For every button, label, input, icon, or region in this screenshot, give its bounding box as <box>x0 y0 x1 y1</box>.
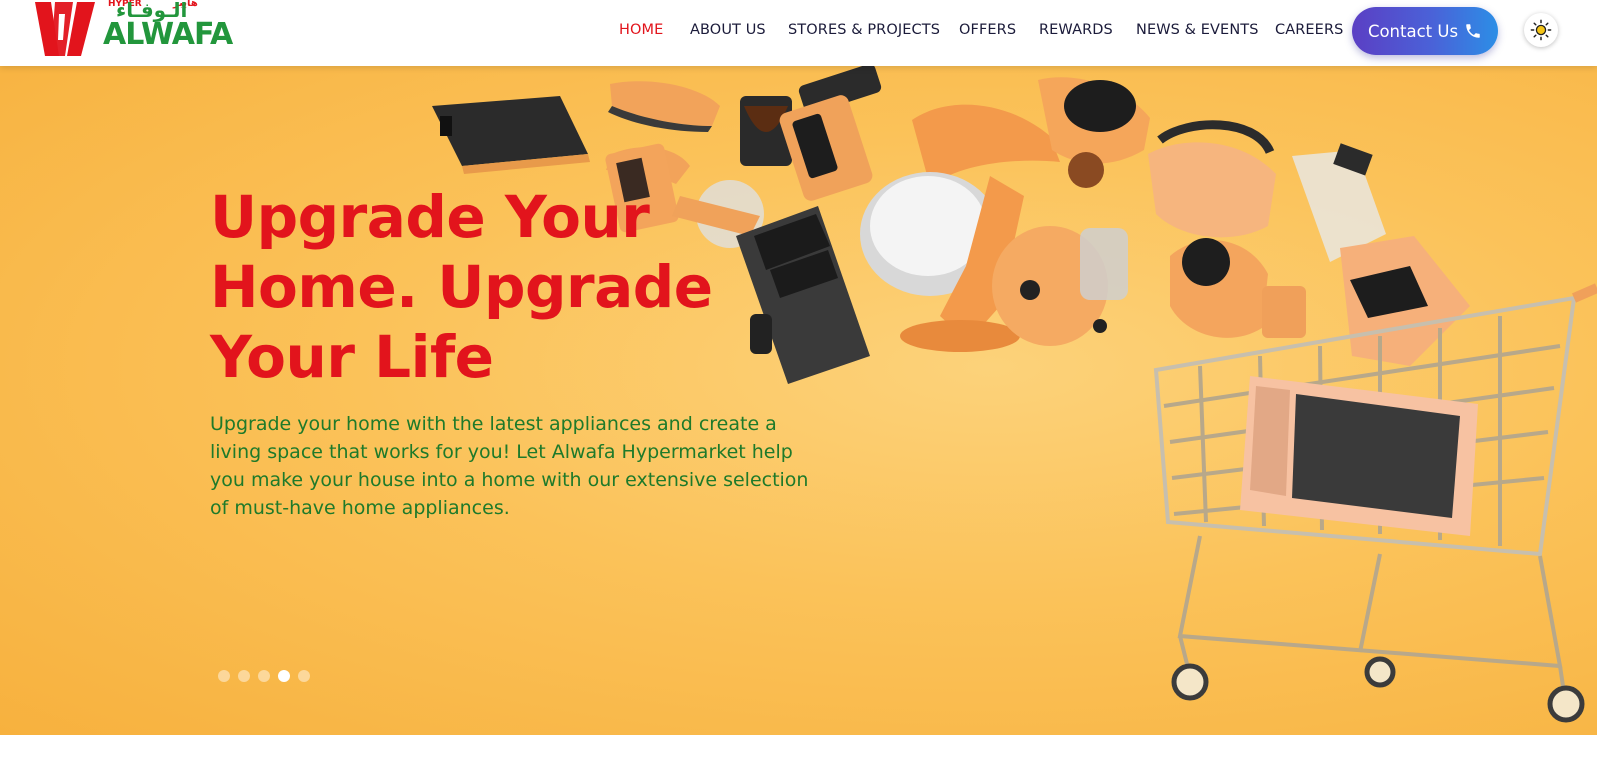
slider-pagination <box>218 670 310 682</box>
slider-dot-3[interactable] <box>258 670 270 682</box>
page-content-start <box>0 735 1597 766</box>
nav-rewards[interactable]: REWARDS <box>1039 22 1113 38</box>
nav-stores-projects[interactable]: STORES & PROJECTS <box>788 22 940 38</box>
griddle-illustration <box>432 96 590 174</box>
contact-us-button[interactable]: Contact Us <box>1352 7 1498 55</box>
slider-dot-4[interactable] <box>278 670 290 682</box>
nav-careers[interactable]: CAREERS <box>1275 22 1343 38</box>
hero-appliances-image <box>432 66 1597 723</box>
contact-us-label: Contact Us <box>1367 21 1459 41</box>
slider-dot-1[interactable] <box>218 670 230 682</box>
cart-wheels-illustration <box>1171 656 1585 723</box>
nav-news-events[interactable]: NEWS & EVENTS <box>1136 22 1259 38</box>
microwave-illustration <box>1240 376 1478 536</box>
nav-about-us[interactable]: ABOUT US <box>690 22 766 38</box>
phone-icon <box>1466 24 1480 38</box>
site-header: HYPER هايبر الـوفـاء ALWAFA HOME ABOUT U… <box>0 0 1597 66</box>
juicer-illustration <box>992 226 1128 346</box>
hero-title: Upgrade Your Home. Upgrade Your Life <box>210 183 713 391</box>
sun-icon <box>1530 19 1552 41</box>
nav-home[interactable]: HOME <box>619 22 663 38</box>
hero-description: Upgrade your home with the latest applia… <box>210 413 809 519</box>
theme-toggle-button[interactable] <box>1524 13 1558 47</box>
slider-dot-5[interactable] <box>298 670 310 682</box>
nav-offers[interactable]: OFFERS <box>959 22 1016 38</box>
slider-dot-2[interactable] <box>238 670 250 682</box>
hero-slider: Upgrade Your Home. Upgrade Your Life Upg… <box>0 66 1597 735</box>
